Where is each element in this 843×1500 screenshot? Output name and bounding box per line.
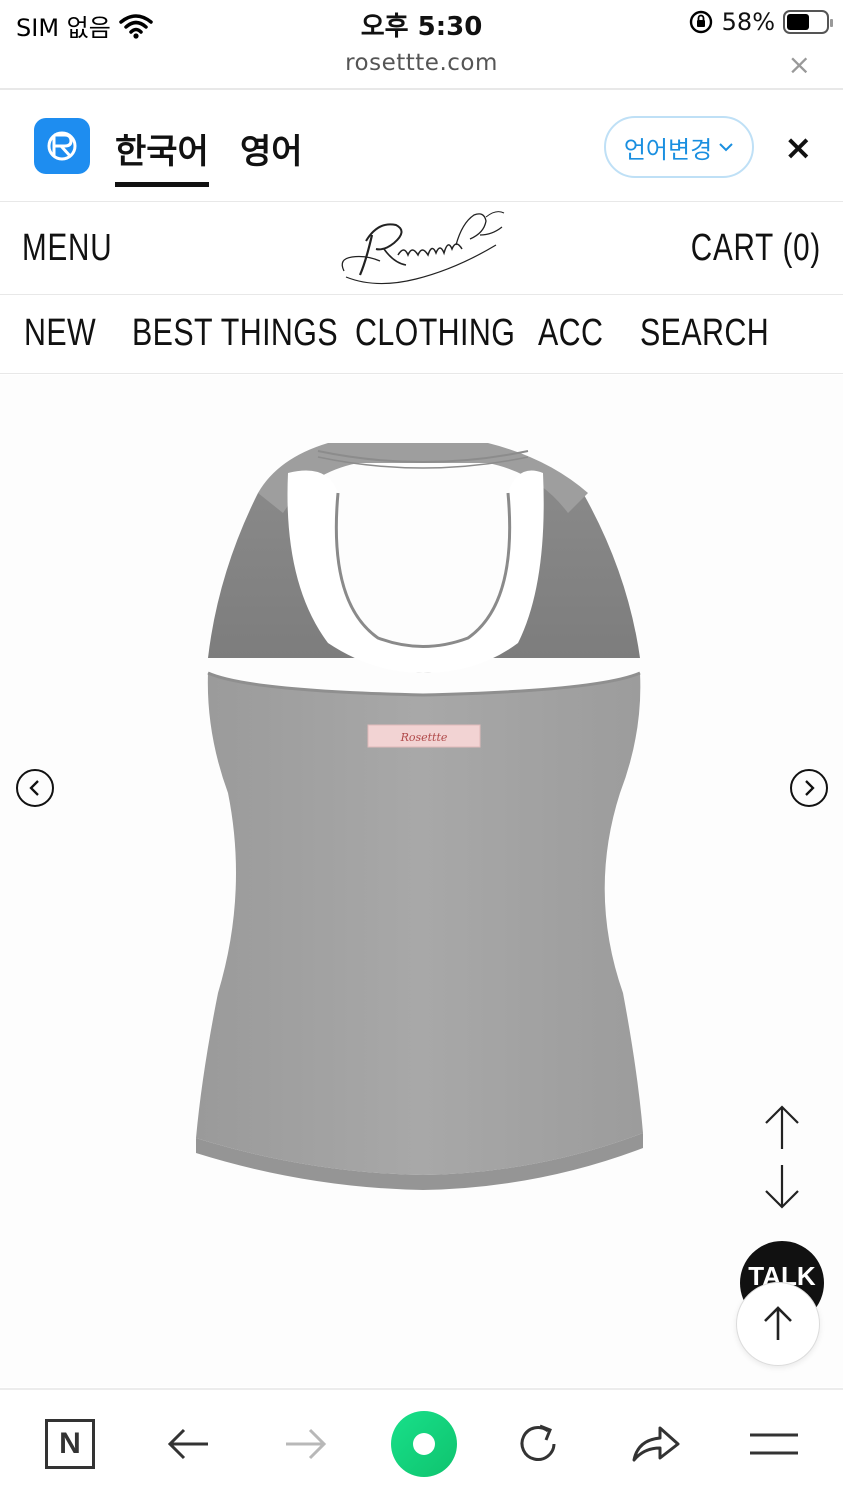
refresh-icon — [520, 1424, 556, 1461]
change-language-button[interactable]: 언어변경 — [604, 116, 754, 178]
menu-button[interactable]: MENU — [22, 227, 112, 270]
product-gallery: Rosettte TALK — [0, 375, 843, 1387]
arrow-up-icon — [764, 1306, 792, 1340]
browser-toolbar: N — [0, 1388, 843, 1500]
change-language-label: 언어변경 — [623, 135, 713, 164]
url-bar[interactable]: rosettte.com × — [0, 48, 843, 88]
brand-logo[interactable] — [336, 205, 508, 293]
green-dot-icon — [391, 1411, 457, 1477]
scroll-down-icon[interactable] — [760, 1161, 804, 1211]
battery-percent: 58% — [721, 8, 775, 36]
orientation-lock-icon — [689, 10, 712, 34]
category-nav: NEW BEST THINGS CLOTHING ACC SEARCH — [0, 296, 843, 374]
translate-bar: 한국어 영어 언어변경 × — [0, 90, 843, 202]
product-tag-label: Rosettte — [400, 731, 448, 744]
back-arrow-icon — [167, 1428, 208, 1460]
chevron-down-icon — [719, 143, 733, 152]
divider — [0, 294, 843, 295]
refresh-button[interactable] — [508, 1414, 568, 1474]
naver-home-button[interactable]: N — [40, 1414, 100, 1474]
cart-button[interactable]: CART (0) — [691, 227, 821, 270]
back-button[interactable] — [158, 1414, 218, 1474]
nav-new[interactable]: NEW — [24, 312, 96, 355]
share-icon — [632, 1426, 680, 1462]
url-text[interactable]: rosettte.com — [0, 50, 843, 76]
green-dot-button[interactable] — [390, 1410, 458, 1478]
nav-clothing[interactable]: CLOTHING — [355, 312, 515, 355]
divider — [0, 373, 843, 374]
translate-app-icon — [34, 118, 90, 174]
site-header: MENU CART (0) — [0, 203, 843, 295]
battery-icon — [783, 10, 833, 34]
translate-close-icon[interactable]: × — [784, 128, 813, 168]
gallery-next-button[interactable] — [790, 769, 828, 807]
chevron-right-icon — [805, 780, 815, 796]
share-button[interactable] — [626, 1414, 686, 1474]
product-image[interactable]: Rosettte — [188, 433, 658, 1193]
scroll-up-icon[interactable] — [760, 1103, 804, 1153]
forward-arrow-icon — [286, 1428, 327, 1460]
url-close-icon[interactable]: × — [788, 48, 811, 81]
tab-english[interactable]: 영어 — [240, 124, 303, 173]
naver-home-icon: N — [45, 1419, 95, 1469]
status-right: 58% — [688, 8, 833, 36]
nav-search[interactable]: SEARCH — [640, 312, 769, 355]
menu-button-toolbar[interactable] — [744, 1414, 804, 1474]
nav-best-things[interactable]: BEST THINGS — [132, 312, 338, 355]
nav-acc[interactable]: ACC — [538, 312, 603, 355]
scroll-top-button[interactable] — [736, 1282, 820, 1366]
chevron-left-icon — [29, 780, 39, 796]
forward-button[interactable] — [276, 1414, 336, 1474]
status-bar: SIM 없음 오후 5:30 58% — [0, 0, 843, 48]
divider — [0, 201, 843, 202]
menu-icon — [750, 1433, 798, 1455]
gallery-prev-button[interactable] — [16, 769, 54, 807]
tab-korean[interactable]: 한국어 — [115, 124, 209, 187]
